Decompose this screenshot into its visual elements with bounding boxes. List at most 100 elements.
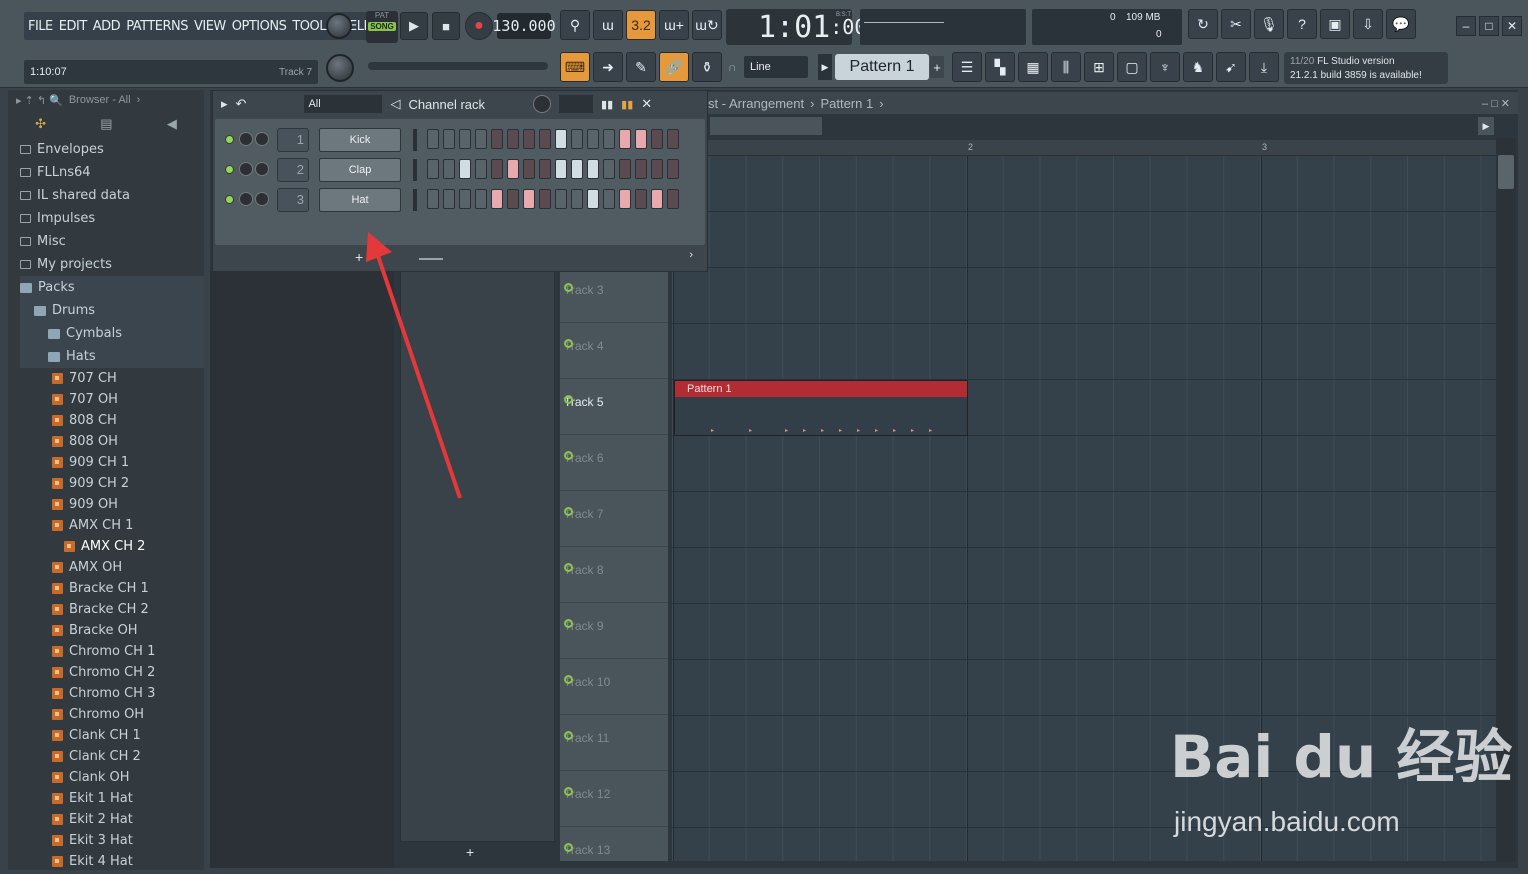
step-button[interactable] (635, 129, 647, 149)
browser-file[interactable]: Clank CH 1 (8, 725, 204, 746)
track-mute-led[interactable] (564, 451, 573, 460)
track-mute-led[interactable] (564, 619, 573, 628)
browser-file[interactable]: AMX CH 2 (8, 536, 204, 557)
step-button[interactable] (651, 189, 663, 209)
channel-name-button[interactable]: Kick (319, 128, 401, 152)
step-button[interactable] (619, 129, 631, 149)
track-mute-led[interactable] (564, 731, 573, 740)
master-pitch-slider[interactable] (368, 62, 548, 70)
typing-keyboard-icon[interactable]: ⌨ (560, 52, 590, 82)
browser-file[interactable]: Ekit 1 Hat (8, 788, 204, 809)
channel-volume-knob[interactable] (255, 192, 269, 206)
track-mute-led[interactable] (564, 563, 573, 572)
help-icon[interactable]: ? (1287, 9, 1317, 39)
track-mute-led[interactable] (564, 339, 573, 348)
master-volume-knob[interactable] (326, 13, 352, 39)
step-button[interactable] (491, 159, 503, 179)
step-button[interactable] (475, 129, 487, 149)
browser-file[interactable]: Bracke CH 2 (8, 599, 204, 620)
channel-pan-knob[interactable] (239, 132, 253, 146)
playlist-window-controls[interactable]: – □ ✕ (1482, 97, 1510, 110)
update-notice[interactable]: 11/20 FL Studio version 21.2.1 build 385… (1284, 52, 1448, 84)
step-button[interactable] (555, 159, 567, 179)
step-button[interactable] (459, 159, 471, 179)
playlist-vscroll-thumb[interactable] (1498, 155, 1514, 189)
pattern-selector[interactable]: Pattern 1 (835, 54, 929, 80)
track-mute-led[interactable] (564, 675, 573, 684)
browser-file[interactable]: Clank CH 2 (8, 746, 204, 767)
step-button[interactable] (587, 189, 599, 209)
browser-file[interactable]: 909 CH 1 (8, 452, 204, 473)
step-edit-icon[interactable]: ɯ+ (659, 10, 689, 40)
browser-file[interactable]: Clank OH (8, 767, 204, 788)
channel-select-bar[interactable] (413, 189, 417, 211)
mixer-icon[interactable]: ⫼ (1051, 52, 1081, 82)
browser-file[interactable]: 707 CH (8, 368, 204, 389)
track-header[interactable]: Track 9 (560, 603, 668, 659)
step-button[interactable] (475, 159, 487, 179)
channel-pan-knob[interactable] (239, 192, 253, 206)
browser-tab-files-icon[interactable]: ▤ (100, 116, 112, 132)
step-button[interactable] (491, 189, 503, 209)
step-button[interactable] (651, 159, 663, 179)
track-header[interactable]: Track 7 (560, 491, 668, 547)
master-pitch-knob[interactable] (326, 54, 354, 82)
rack-undo-icon[interactable]: ↶ (236, 96, 247, 112)
step-button[interactable] (651, 129, 663, 149)
maximize-icon[interactable]: □ (1479, 16, 1499, 36)
stamp-icon[interactable]: ⚱ (692, 52, 722, 82)
browser-tab-audio-icon[interactable]: ◀ (167, 116, 177, 132)
browser-tab-all-icon[interactable]: ✣ (35, 116, 46, 132)
step-button[interactable] (539, 159, 551, 179)
step-button[interactable] (523, 189, 535, 209)
channel-led[interactable] (225, 165, 234, 174)
browser-folder[interactable]: Impulses (20, 207, 204, 230)
cut-icon[interactable]: ✂ (1221, 9, 1251, 39)
scroll-right-icon[interactable]: ▶ (1478, 117, 1494, 135)
channel-led[interactable] (225, 195, 234, 204)
step-button[interactable] (603, 129, 615, 149)
browser-folder-cymbals[interactable]: Cymbals (20, 322, 204, 345)
save-icon[interactable]: ▣ (1320, 9, 1350, 39)
stop-button[interactable]: ■ (432, 12, 460, 40)
channel-volume-knob[interactable] (255, 162, 269, 176)
step-button[interactable] (571, 159, 583, 179)
step-button[interactable] (619, 159, 631, 179)
menu-file[interactable]: FILE (28, 19, 53, 34)
step-button[interactable] (539, 129, 551, 149)
export-icon[interactable]: ⇩ (1353, 9, 1383, 39)
channel-led[interactable] (225, 135, 234, 144)
step-button[interactable] (459, 129, 471, 149)
browser-file[interactable]: Bracke OH (8, 620, 204, 641)
rack-options-icon[interactable]: ▸ (221, 96, 228, 112)
playlist-hscroll[interactable] (710, 117, 822, 135)
step-button[interactable] (507, 189, 519, 209)
tempo-display[interactable]: 130.000 (492, 13, 556, 39)
wait-record-icon[interactable]: ɯ (593, 10, 623, 40)
play-button[interactable]: ▶ (400, 12, 428, 40)
track-mute-led[interactable] (564, 787, 573, 796)
step-button[interactable] (443, 159, 455, 179)
step-button[interactable] (555, 129, 567, 149)
rack-close-icon[interactable]: ✕ (641, 96, 652, 112)
browser-folder-hats[interactable]: Hats (20, 345, 204, 368)
step-button[interactable] (635, 159, 647, 179)
step-button[interactable] (523, 129, 535, 149)
browser-file[interactable]: Chromo CH 3 (8, 683, 204, 704)
browser-folder[interactable]: My projects (20, 253, 204, 276)
step-button[interactable] (571, 189, 583, 209)
track-header[interactable]: Track 5 (560, 379, 668, 435)
loop-record-icon[interactable]: ɯ↻ (692, 10, 722, 40)
track-mute-led[interactable] (564, 395, 573, 404)
step-button[interactable] (603, 189, 615, 209)
channel-volume-knob[interactable] (255, 132, 269, 146)
track-header[interactable]: Track 11 (560, 715, 668, 771)
playlist-icon[interactable]: ☰ (952, 52, 982, 82)
step-button[interactable] (555, 189, 567, 209)
step-button[interactable] (587, 159, 599, 179)
track-header[interactable]: Track 8 (560, 547, 668, 603)
channel-mixer-track[interactable]: 2 (277, 158, 309, 182)
add-pattern-icon[interactable]: + (930, 56, 944, 78)
browser-folder[interactable]: Envelopes (20, 138, 204, 161)
browser-folder-drums[interactable]: Drums (20, 299, 204, 322)
